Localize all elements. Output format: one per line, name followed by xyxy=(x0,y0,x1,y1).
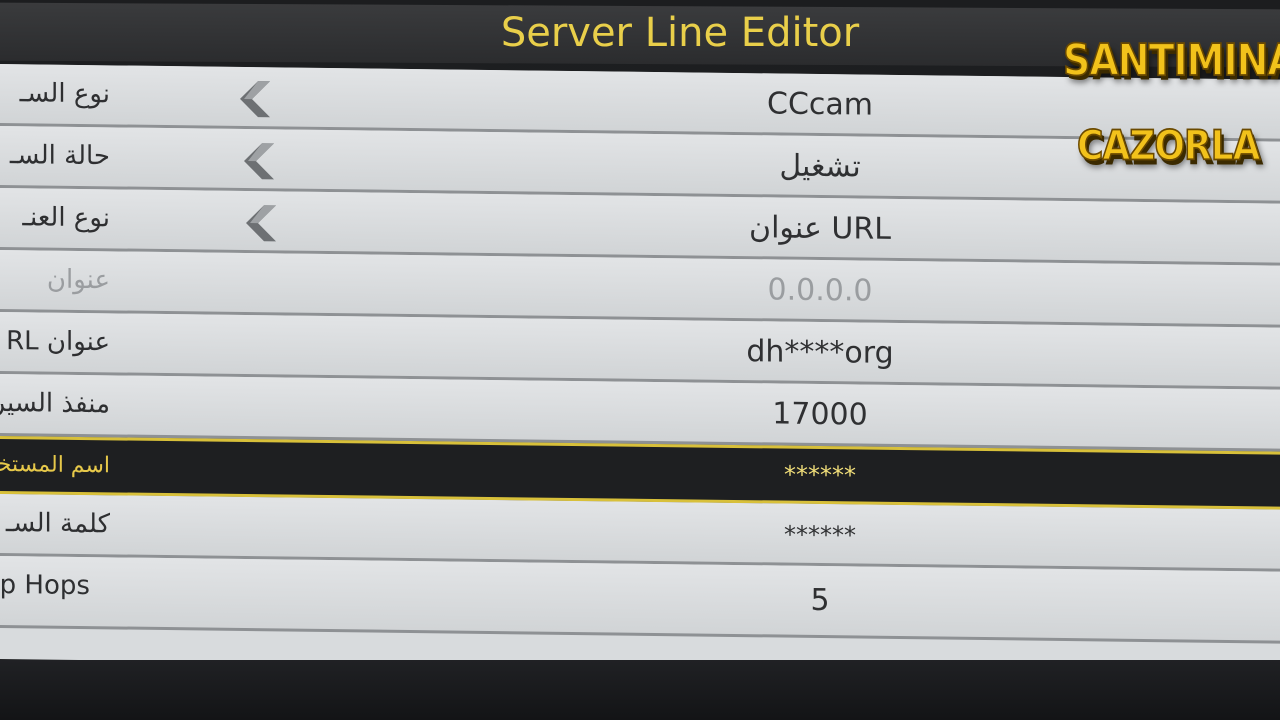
setting-label: نوع السـ xyxy=(19,78,110,110)
setting-label: عنوان RL xyxy=(6,326,110,358)
chevron-left-icon[interactable] xyxy=(242,141,282,181)
setting-label: نوع العنـ xyxy=(22,202,110,234)
setting-row-up-hops[interactable]: Jp Hops 5 xyxy=(0,556,1280,644)
setting-value: ****** xyxy=(784,520,856,550)
bottom-bezel xyxy=(0,660,1280,720)
chevron-left-icon[interactable] xyxy=(238,79,278,119)
watermark-line-2: CAZORLA xyxy=(1076,122,1261,171)
setting-value: تشغيل xyxy=(779,148,861,185)
setting-value: ****** xyxy=(784,460,856,490)
watermark-line-1: SANTIMINA xyxy=(1062,34,1280,86)
setting-value: CCcam xyxy=(767,86,873,123)
setting-label: Jp Hops xyxy=(0,569,90,602)
tv-screen: Server Line Editor نوع السـ CCcam حالة ا… xyxy=(0,0,1280,720)
setting-label: منفذ السير xyxy=(0,387,110,420)
setting-value: 0.0.0.0 xyxy=(767,272,873,309)
setting-label: عنوان xyxy=(46,264,110,296)
setting-value: عنوان URL xyxy=(749,210,891,247)
setting-label: حالة السـ xyxy=(9,140,110,172)
setting-value: dh****org xyxy=(746,334,894,371)
chevron-left-icon[interactable] xyxy=(244,203,284,243)
setting-label: كلمة السـ xyxy=(5,508,110,540)
setting-value: 17000 xyxy=(772,396,868,433)
setting-label: اسم المستخـ xyxy=(0,451,110,479)
setting-value: 5 xyxy=(810,582,830,619)
